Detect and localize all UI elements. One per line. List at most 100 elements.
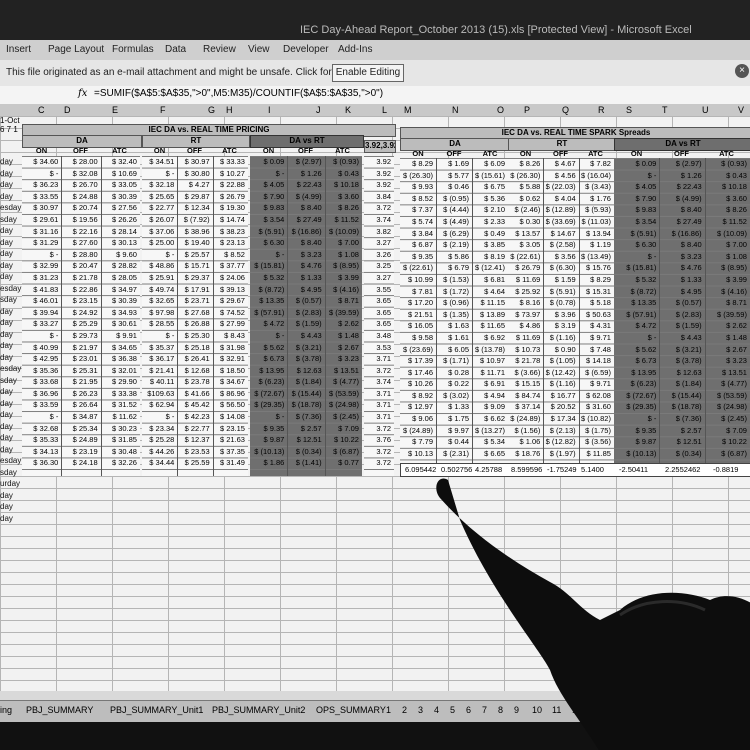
table-cell[interactable]: $ 28.82	[101, 260, 137, 272]
table-cell[interactable]: $ 8.71	[325, 295, 359, 307]
table-cell[interactable]: $ 28.05	[101, 272, 137, 284]
table-cell[interactable]: $ (72.67)	[250, 388, 284, 400]
table-cell[interactable]: $ -	[614, 413, 657, 425]
table-cell[interactable]: $ 7.79	[400, 436, 433, 448]
table-cell[interactable]: $ 7.82	[579, 158, 611, 170]
table-cell[interactable]: $ (10.82)	[579, 413, 611, 425]
table-cell[interactable]: $ 4.43	[659, 332, 702, 344]
table-cell[interactable]: $ 17.39	[400, 355, 433, 367]
table-cell[interactable]: 3.74	[364, 214, 391, 226]
table-cell[interactable]: $ 30.13	[101, 237, 137, 249]
tab-view[interactable]: View	[248, 44, 270, 55]
table-cell[interactable]: 3.71	[364, 388, 391, 400]
table-cell[interactable]: $ 6.65	[472, 448, 505, 460]
column-header-i[interactable]: I	[268, 105, 271, 115]
table-cell[interactable]: $ 13.57	[508, 228, 540, 240]
table-cell[interactable]: 3.82	[364, 226, 391, 238]
table-cell[interactable]: $ (23.69)	[400, 344, 433, 356]
row-label[interactable]: day	[0, 237, 22, 249]
table-cell[interactable]: $ 6.09	[472, 158, 505, 170]
table-cell[interactable]: $ 62.08	[579, 390, 611, 402]
table-cell[interactable]: $ 28.55	[142, 318, 174, 330]
table-cell[interactable]: $ 8.29	[579, 274, 611, 286]
table-cell[interactable]: $ 3.84	[400, 228, 433, 240]
table-cell[interactable]: $ 10.18	[705, 181, 747, 193]
table-cell[interactable]: $ (12.82)	[543, 436, 576, 448]
table-cell[interactable]: $ 30.48	[101, 446, 137, 458]
table-cell[interactable]: $ (8.95)	[705, 262, 747, 274]
table-cell[interactable]: $ 3.23	[325, 353, 359, 365]
table-cell[interactable]: $ 23.15	[61, 295, 98, 307]
table-cell[interactable]: $ (2.97)	[659, 158, 702, 170]
table-cell[interactable]: $ 37.77	[213, 260, 245, 272]
table-cell[interactable]: $ 32.68	[22, 423, 58, 435]
table-cell[interactable]: $ (22.61)	[508, 251, 540, 263]
table-cell[interactable]: $ (6.29)	[436, 228, 469, 240]
table-cell[interactable]: $ 42.23	[177, 411, 210, 423]
table-cell[interactable]: $ 0.43	[325, 168, 359, 180]
table-cell[interactable]: $ 34.93	[101, 307, 137, 319]
table-cell[interactable]: $ 38.23	[213, 226, 245, 238]
table-cell[interactable]: $ 1.06	[508, 436, 540, 448]
table-cell[interactable]: $ (11.03)	[579, 216, 611, 228]
row-label[interactable]: day	[0, 340, 22, 352]
table-cell[interactable]: 3.74	[364, 376, 391, 388]
table-cell[interactable]: $ 32.01	[101, 365, 137, 377]
table-cell[interactable]: $ 16.05	[400, 320, 433, 332]
table-cell[interactable]: $ 3.60	[325, 191, 359, 203]
table-cell[interactable]: $ 25.91	[142, 272, 174, 284]
table-cell[interactable]: $ 36.23	[22, 179, 58, 191]
table-cell[interactable]: $ 21.51	[400, 309, 433, 321]
table-cell[interactable]: $ 8.40	[287, 202, 322, 214]
table-cell[interactable]: $ (1.84)	[659, 378, 702, 390]
table-cell[interactable]: $ 6.87	[400, 239, 433, 251]
table-cell[interactable]: $ 21.63	[213, 434, 245, 446]
table-cell[interactable]: $ (24.89)	[400, 425, 433, 437]
table-cell[interactable]: 3.71	[364, 353, 391, 365]
table-cell[interactable]: $ 1.26	[287, 168, 322, 180]
tab-developer[interactable]: Developer	[283, 44, 329, 55]
table-cell[interactable]: $ 32.65	[142, 295, 174, 307]
table-cell[interactable]: $ 7.48	[579, 344, 611, 356]
table-cell[interactable]: 3.55	[364, 284, 391, 296]
table-cell[interactable]: $ 25.65	[142, 191, 174, 203]
table-cell[interactable]: $ 26.41	[177, 353, 210, 365]
table-cell[interactable]: $ 8.19	[472, 251, 505, 263]
table-cell[interactable]: $ 33.33	[213, 156, 245, 168]
table-cell[interactable]: $ 15.31	[579, 286, 611, 298]
tab-add-ins[interactable]: Add-Ins	[338, 44, 372, 55]
table-cell[interactable]: $ 1.33	[287, 272, 322, 284]
table-cell[interactable]: $ -	[250, 249, 285, 261]
table-cell[interactable]: $ 3.23	[705, 355, 747, 367]
table-cell[interactable]: $ 11.15	[472, 297, 505, 309]
table-cell[interactable]: 3.65	[364, 295, 391, 307]
table-cell[interactable]: $ 29.90	[101, 376, 137, 388]
table-cell[interactable]: $ 8.52	[400, 193, 433, 205]
table-cell[interactable]: $ 30.97	[22, 202, 58, 214]
table-cell[interactable]: $ (4.16)	[325, 284, 359, 296]
table-cell[interactable]: $ 6.79	[436, 262, 469, 274]
row-label[interactable]: day	[0, 179, 22, 191]
table-cell[interactable]: $ 33.38	[101, 388, 137, 400]
table-cell[interactable]: $ 31.49	[213, 457, 245, 469]
table-cell[interactable]: $ 39.94	[22, 307, 58, 319]
column-header-l[interactable]: L	[382, 105, 387, 115]
table-cell[interactable]: $ 0.44	[436, 436, 469, 448]
table-cell[interactable]: $ (3.21)	[287, 342, 322, 354]
table-cell[interactable]: $ (2.13)	[543, 425, 576, 437]
column-header-u[interactable]: U	[702, 105, 709, 115]
table-cell[interactable]: $ 32.26	[101, 457, 137, 469]
column-header-t[interactable]: T	[662, 105, 668, 115]
table-cell[interactable]: $ 24.89	[61, 434, 98, 446]
table-cell[interactable]: $ -	[22, 330, 59, 342]
table-cell[interactable]: $ 25.30	[177, 330, 210, 342]
table-cell[interactable]: $ (1.16)	[543, 378, 576, 390]
table-cell[interactable]: $ 5.34	[472, 436, 505, 448]
table-cell[interactable]: $ 7.09	[325, 423, 359, 435]
table-cell[interactable]: 3.65	[364, 307, 391, 319]
table-cell[interactable]: $ (3.21)	[659, 344, 702, 356]
sheet-tab-pbj-summary-unit2[interactable]: PBJ_SUMMARY_Unit2	[212, 705, 305, 715]
table-cell[interactable]: $ 0.30	[508, 216, 540, 228]
table-cell[interactable]: $ (15.44)	[659, 390, 702, 402]
table-cell[interactable]: $ 12.51	[659, 436, 702, 448]
